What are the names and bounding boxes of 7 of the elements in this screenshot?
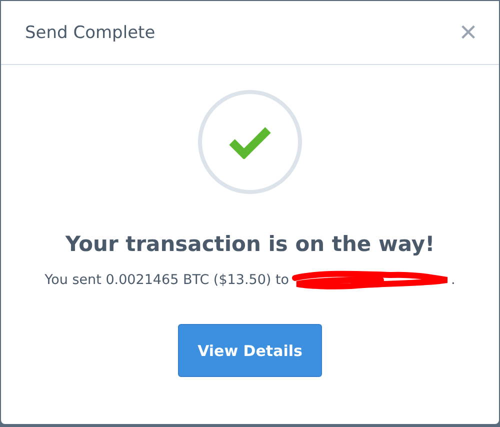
sent-message: You sent 0.0021465 BTC ($13.50) to [44, 272, 290, 288]
checkmark-icon [228, 125, 272, 159]
success-heading: Your transaction is on the way! [65, 232, 435, 256]
close-button[interactable]: × [459, 18, 477, 48]
dialog-title: Send Complete [25, 22, 156, 42]
view-details-button[interactable]: View Details [178, 324, 322, 377]
sent-message-end: . [451, 272, 456, 288]
